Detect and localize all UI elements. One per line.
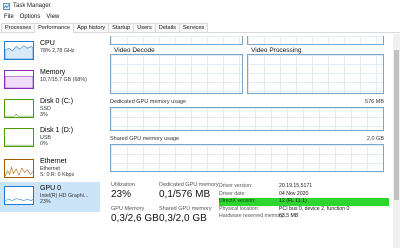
sidebar-item-detail: 78% 2,78 GHz — [40, 48, 75, 54]
sidebar-item-label: Disk 1 (D:) — [40, 127, 74, 134]
property-value: 63,5 MB — [279, 213, 299, 219]
sidebar-item-detail: 10,7/15,7 GB (68%) — [40, 77, 87, 83]
tab-services[interactable]: Services — [178, 23, 209, 32]
menu-file[interactable]: File — [4, 14, 14, 20]
stat-label: Utilization — [111, 182, 135, 188]
menu-bar: File Options View — [0, 12, 400, 22]
ethernet-graph-thumbnail — [4, 159, 34, 178]
property-row: Driver date: 04 Nov 2020 — [219, 191, 389, 199]
stat-value: 0,3/2,6 GB — [111, 213, 159, 224]
sidebar-item-label: Ethernet — [40, 158, 67, 165]
menu-view[interactable]: View — [46, 14, 59, 20]
stat-label: Dedicated GPU memory — [159, 182, 219, 188]
stat-value: 0,1/576 MB — [159, 189, 211, 200]
shared-memory-graph — [110, 144, 384, 172]
tab-startup[interactable]: Startup — [108, 23, 135, 32]
stat-label: GPU Memory — [111, 206, 145, 212]
window-title: Task Manager — [13, 3, 51, 9]
dedicated-memory-max: 576 MB — [365, 99, 384, 105]
sidebar-item-label: Memory — [40, 69, 66, 76]
stat-value: 0,3/2,0 GB — [159, 213, 207, 224]
cpu-graph-thumbnail — [4, 41, 34, 60]
sidebar-item-detail: 23% — [40, 199, 51, 205]
property-row: Hardware reserved memory: 63,5 MB — [219, 213, 389, 221]
dedicated-memory-label: Dedicated GPU memory usage — [110, 99, 187, 105]
property-row: Physical location: PCI bus 0, device 2, … — [219, 206, 389, 214]
property-value: 20.19.15.5171 — [279, 183, 313, 189]
property-key: Physical location: — [219, 205, 260, 212]
disk-graph-thumbnail — [4, 99, 34, 118]
sidebar-item-ethernet[interactable]: Ethernet Ethernet S: 0 R: 0 Kbps — [0, 155, 100, 183]
tab-processes[interactable]: Processes — [1, 23, 36, 32]
gpu-graph-thumbnail — [4, 186, 34, 205]
scrollbar-thumb[interactable] — [394, 50, 399, 200]
tab-users[interactable]: Users — [133, 23, 156, 32]
video-processing-graph — [247, 54, 384, 94]
property-key: Hardware reserved memory: — [219, 213, 285, 219]
property-key: Driver date: — [219, 190, 246, 197]
sidebar-item-gpu-0[interactable]: GPU 0 Intel(R) HD Graphi... 23% — [0, 182, 100, 212]
property-row: Driver version: 20.19.15.5171 — [219, 183, 389, 191]
engine-graph-copy — [247, 36, 384, 45]
sidebar-item-label: CPU — [40, 40, 55, 47]
menu-options[interactable]: Options — [20, 14, 41, 20]
property-value: 04 Nov 2020 — [279, 190, 309, 197]
property-value: PCI bus 0, device 2, function 0 — [279, 205, 350, 212]
dedicated-gpu-memory-stat: Dedicated GPU memory 0,1/576 MB — [159, 182, 219, 200]
performance-sidebar: CPU 78% 2,78 GHz Memory 10,7/15,7 GB (68… — [0, 34, 100, 248]
sidebar-item-cpu[interactable]: CPU 78% 2,78 GHz — [0, 37, 100, 65]
memory-graph-thumbnail — [4, 70, 34, 89]
property-key: DirectX version: — [219, 198, 256, 204]
engine-graph-3d — [110, 36, 243, 45]
task-manager-icon — [3, 2, 10, 10]
sidebar-item-memory[interactable]: Memory 10,7/15,7 GB (68%) — [0, 66, 100, 94]
sidebar-item-detail: 3% — [40, 112, 48, 118]
stat-label: Shared GPU memory — [159, 206, 212, 212]
sidebar-item-detail: 0% — [40, 141, 48, 147]
gpu-properties: Driver version: 20.19.15.5171 Driver dat… — [219, 183, 389, 221]
tab-performance[interactable]: Performance — [34, 23, 75, 33]
utilization-stat: Utilization 23% — [111, 182, 135, 200]
shared-gpu-memory-stat: Shared GPU memory 0,3/2,0 GB — [159, 206, 212, 224]
dedicated-memory-graph — [110, 107, 384, 131]
title-bar: Task Manager — [0, 0, 400, 12]
vertical-scrollbar[interactable] — [393, 34, 400, 248]
sidebar-item-label: GPU 0 — [40, 185, 62, 192]
shared-memory-max: 2,0 GB — [366, 136, 384, 142]
sidebar-item-disk-0[interactable]: Disk 0 (C:) SSD 3% — [0, 95, 100, 123]
tab-details[interactable]: Details — [154, 23, 180, 32]
property-value: 12 (FL 11.1) — [279, 198, 307, 204]
sidebar-item-label: Disk 0 (C:) — [40, 98, 74, 105]
disk-graph-thumbnail — [4, 128, 34, 147]
sidebar-item-detail: S: 0 R: 0 Kbps — [40, 172, 75, 178]
video-decode-graph — [110, 54, 243, 94]
gpu-memory-stat: GPU Memory 0,3/2,6 GB — [111, 206, 159, 224]
video-processing-label: Video Processing — [251, 47, 302, 54]
tab-strip: Processes Performance App history Startu… — [0, 23, 400, 33]
property-row-highlighted: DirectX version: 12 (FL 11.1) — [219, 198, 389, 206]
shared-memory-label: Shared GPU memory usage — [110, 136, 180, 142]
stat-value: 23% — [111, 189, 132, 200]
property-key: Driver version: — [219, 183, 253, 189]
tab-app-history[interactable]: App history — [73, 23, 110, 32]
video-decode-label: Video Decode — [114, 47, 155, 54]
sidebar-item-disk-1[interactable]: Disk 1 (D:) USB 0% — [0, 124, 100, 152]
